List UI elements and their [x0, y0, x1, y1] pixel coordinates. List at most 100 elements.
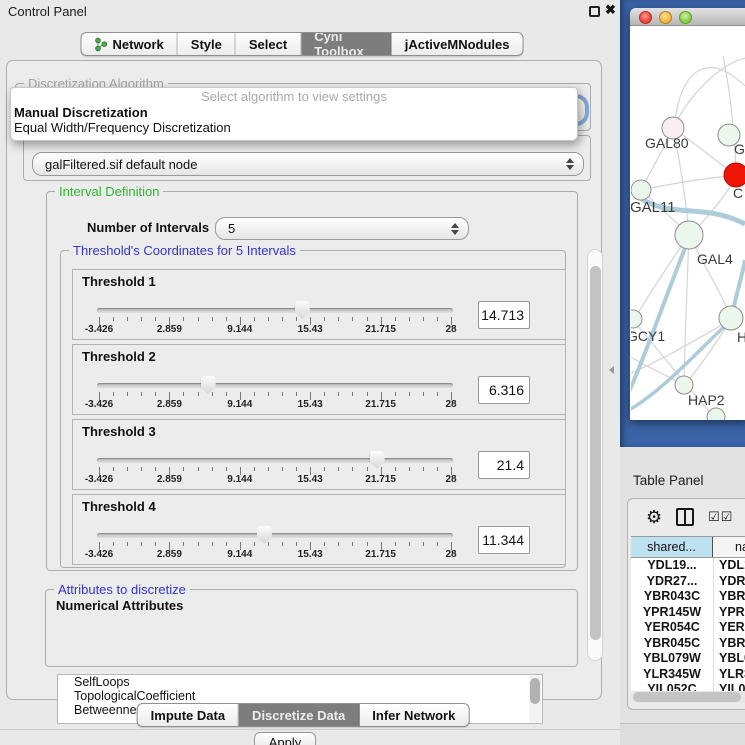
network-node[interactable] [631, 310, 642, 328]
float-window-icon[interactable] [589, 6, 600, 17]
table-row[interactable]: YIL052CYIL0 [631, 682, 745, 691]
interval-definition-title: Interval Definition [55, 184, 163, 199]
slider-tick-label: 28 [445, 549, 456, 560]
slider-track[interactable] [97, 383, 453, 388]
slider-tick-label: 2.859 [157, 324, 182, 335]
split-columns-icon[interactable] [676, 508, 694, 526]
slider-track[interactable] [97, 458, 453, 463]
network-node[interactable] [719, 306, 743, 330]
attribute-list-item[interactable]: SelfLoops [58, 675, 542, 689]
tab-infer-network[interactable]: Infer Network [359, 704, 468, 726]
slider-tick-label: 15.43 [298, 549, 323, 560]
dropdown-item[interactable]: Equal Width/Frequency Discretization [11, 120, 577, 135]
network-edge[interactable] [673, 58, 745, 128]
slider-tick-label: 21.715 [365, 399, 396, 410]
network-node[interactable] [724, 163, 745, 187]
threshold-value-field[interactable]: 14.713 [478, 301, 530, 329]
slider-thumb[interactable] [370, 451, 385, 469]
checkbox-icons[interactable]: ☑☑ [708, 509, 733, 525]
splitter-handle[interactable] [609, 366, 614, 374]
table-row[interactable]: YLR345WYLR3 [631, 667, 745, 683]
table-cell[interactable]: YPR145W [631, 605, 713, 621]
table-cell[interactable]: YIL052C [631, 682, 713, 691]
settings-scrollbar[interactable] [587, 249, 603, 661]
network-edge[interactable] [675, 68, 745, 122]
slider-tick-label: 28 [445, 474, 456, 485]
table-cell[interactable]: YLR3 [713, 667, 745, 683]
slider-tick [352, 467, 353, 471]
dropdown-item[interactable]: Manual Discretization [11, 105, 577, 120]
table-cell[interactable]: YDL1 [713, 558, 745, 574]
table-panel-footer [620, 724, 745, 745]
table-cell[interactable]: YER0 [713, 620, 745, 636]
close-traffic-light-icon[interactable] [639, 11, 652, 24]
minimize-traffic-light-icon[interactable] [659, 11, 672, 24]
tab-impute-data[interactable]: Impute Data [138, 704, 239, 726]
table-cell[interactable]: YBR0 [713, 589, 745, 605]
slider-tick [409, 467, 410, 471]
slider-tick-label: 21.715 [365, 549, 396, 560]
number-of-intervals-value: 5 [216, 221, 451, 236]
list-scrollbar[interactable] [529, 676, 541, 722]
table-cell[interactable]: YLR345W [631, 667, 713, 683]
table-cell[interactable]: YER054C [631, 620, 713, 636]
zoom-traffic-light-icon[interactable] [679, 11, 692, 24]
close-icon[interactable]: ✖ [605, 2, 616, 18]
threshold-value-field[interactable]: 6.316 [478, 376, 530, 404]
tab-network[interactable]: Network [82, 33, 178, 55]
table-row[interactable]: YER054CYER0 [631, 620, 745, 636]
table-cell[interactable]: YBR045C [631, 636, 713, 652]
network-canvas[interactable]: GAL80GACGAL11GAL4GCY1HHAP2 [631, 26, 745, 420]
gear-icon[interactable]: ⚙ [646, 508, 662, 526]
tab-cyni-toolbox[interactable]: Cyni Toolbox [301, 33, 392, 55]
apply-button[interactable]: Apply [254, 732, 316, 745]
column-header[interactable]: na [713, 537, 745, 557]
table-row[interactable]: YDL19...YDL1 [631, 558, 745, 574]
table-row[interactable]: YBR045CYBR0 [631, 636, 745, 652]
tab-discretize-data[interactable]: Discretize Data [239, 704, 359, 726]
network-edge[interactable] [641, 176, 733, 190]
slider-tick [198, 317, 199, 321]
cyni-toolbox-panel: Discretization Algorithm Table Data galF… [6, 60, 602, 700]
threshold-value-field[interactable]: 21.4 [478, 451, 530, 479]
dropdown-placeholder-item[interactable]: Select algorithm to view settings [11, 88, 577, 105]
table-cell[interactable]: YBL079W [631, 651, 713, 667]
table-cell[interactable]: YBR0 [713, 636, 745, 652]
slider-tick [324, 392, 325, 396]
attribute-list-item[interactable]: TopologicalCoefficient [58, 689, 542, 703]
bottom-tab-bar: Impute DataDiscretize Data Infer Network [137, 703, 470, 727]
table-data-combobox[interactable]: galFiltered.sif default node [32, 152, 584, 176]
table-cell[interactable]: YDR2 [713, 574, 745, 590]
table-cell[interactable]: YPR1 [713, 605, 745, 621]
tab-jactivemnodules[interactable]: jActiveMNodules [392, 33, 523, 55]
table-row[interactable]: YPR145WYPR1 [631, 605, 745, 621]
column-header[interactable]: shared... [631, 537, 713, 557]
table-horizontal-scrollbar[interactable] [631, 691, 745, 703]
network-node[interactable] [675, 221, 703, 249]
tab-label: Infer Network [372, 708, 455, 723]
slider-track[interactable] [97, 308, 453, 313]
scrollbar-thumb[interactable] [590, 266, 601, 640]
scrollbar-thumb[interactable] [633, 692, 741, 702]
table-row[interactable]: YBR043CYBR0 [631, 589, 745, 605]
tab-style[interactable]: Style [178, 33, 236, 55]
number-of-intervals-combobox[interactable]: 5 [215, 217, 469, 240]
tab-select[interactable]: Select [236, 33, 301, 55]
table-cell[interactable]: YDL19... [631, 558, 713, 574]
table-row[interactable]: YDR27...YDR2 [631, 574, 745, 590]
table-cell[interactable]: YBL0 [713, 651, 745, 667]
table-cell[interactable]: YDR27... [631, 574, 713, 590]
network-node[interactable] [631, 180, 651, 200]
threshold-value-field[interactable]: 11.344 [478, 526, 530, 554]
table-cell[interactable]: YBR043C [631, 589, 713, 605]
network-node[interactable] [707, 408, 725, 420]
slider-thumb[interactable] [201, 376, 216, 394]
slider-tick [352, 542, 353, 546]
slider-thumb[interactable] [257, 526, 272, 544]
table-cell[interactable]: YIL0 [713, 682, 745, 691]
network-window-titlebar[interactable] [630, 8, 745, 26]
slider-tick [226, 467, 227, 471]
table-row[interactable]: YBL079WYBL0 [631, 651, 745, 667]
slider-tick [198, 392, 199, 396]
slider-track[interactable] [97, 533, 453, 538]
